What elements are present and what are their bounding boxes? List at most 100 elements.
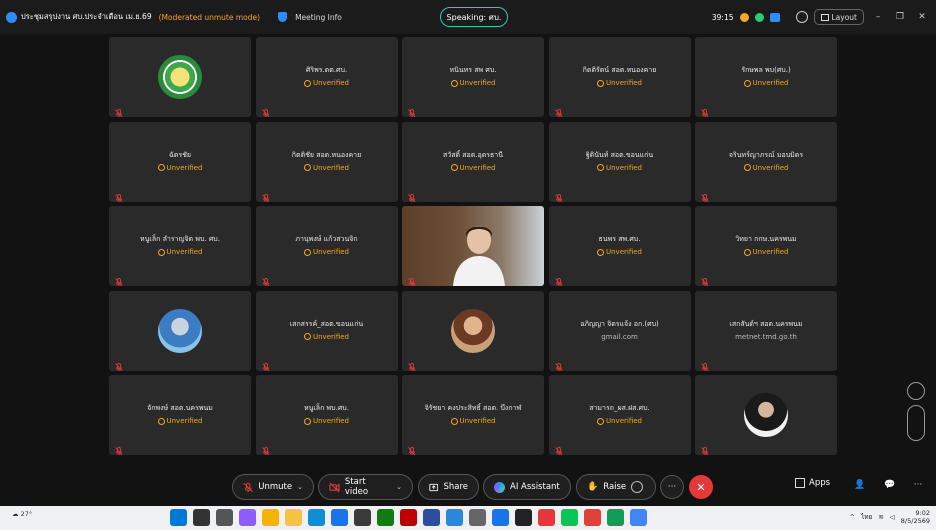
- webex-icon[interactable]: [492, 509, 509, 526]
- notes-icon[interactable]: [769, 12, 780, 22]
- connection-status-icon[interactable]: [754, 12, 764, 22]
- leave-meeting-button[interactable]: ✕: [689, 475, 713, 499]
- verification-label: gmail.com: [601, 332, 638, 341]
- more-options-icon[interactable]: ···: [912, 480, 924, 492]
- share-button[interactable]: Share: [418, 474, 479, 500]
- app3-icon[interactable]: [446, 509, 463, 526]
- filezilla-icon[interactable]: [400, 509, 417, 526]
- verification-status: Unverified: [695, 248, 837, 256]
- reactions-icon[interactable]: [631, 481, 644, 493]
- shield-icon[interactable]: [278, 12, 288, 22]
- participant-tile[interactable]: เสกสันต์ฯ สอต.นครพนม metnet.tmd.go.th: [695, 290, 837, 371]
- participant-tile[interactable]: [402, 206, 544, 286]
- participant-tile[interactable]: จิรัชยา คงประสิทธิ์ สอต. บึงกาฬ Unverifie…: [402, 375, 544, 455]
- verification-label: Unverified: [313, 79, 349, 87]
- ai-assistant-button[interactable]: AI Assistant: [483, 474, 571, 500]
- warning-icon: [597, 417, 604, 425]
- participant-tile[interactable]: จักพงษ์ สอต.นครพนม Unverified: [109, 375, 251, 455]
- participant-tile[interactable]: [109, 290, 251, 371]
- file-explorer-icon[interactable]: [285, 509, 302, 526]
- copilot-icon[interactable]: [239, 509, 256, 526]
- participant-name: จรินทร์ญาภรณ์ มอบมิตร: [728, 150, 804, 159]
- meeting-info-button[interactable]: Meeting Info: [295, 13, 342, 22]
- system-clock[interactable]: 9:02 8/5/2569: [901, 509, 930, 525]
- verification-status: Unverified: [402, 79, 544, 87]
- windows-start-icon[interactable]: [170, 509, 187, 526]
- participant-tile[interactable]: ฉัตรชัย Unverified: [109, 121, 251, 202]
- weather-widget[interactable]: ☁ 27°: [12, 510, 32, 518]
- chevron-down-icon[interactable]: ⌄: [297, 483, 303, 491]
- app4-icon[interactable]: [469, 509, 486, 526]
- participant-tile[interactable]: วิทยา กกษ.นครพนม Unverified: [695, 206, 837, 286]
- participant-tile[interactable]: ภานุพงษ์ แก้วสวนจิก Unverified: [255, 206, 398, 286]
- xbox-icon[interactable]: [377, 509, 394, 526]
- webex-logo-icon: [6, 11, 17, 23]
- participant-tile[interactable]: สามารถ_ผส.ฝส.ศบ. Unverified: [548, 375, 691, 455]
- unmute-button[interactable]: Unmute ⌄: [232, 474, 314, 500]
- verification-status: gmail.com: [549, 333, 691, 341]
- participants-icon[interactable]: 👤: [854, 480, 866, 492]
- recording-status-icon[interactable]: [739, 12, 749, 22]
- warning-icon: [450, 79, 458, 87]
- participant-tile[interactable]: หนูเล็ก ลำราญจิต พบ. ศบ. Unverified: [109, 206, 251, 286]
- verification-label: metnet.tmd.go.th: [735, 332, 797, 341]
- more-button[interactable]: ···: [660, 475, 684, 499]
- verification-label: Unverified: [752, 248, 789, 256]
- avatar: [744, 393, 788, 437]
- participant-tile[interactable]: หนินทร สพ ศบ. Unverified: [402, 37, 544, 117]
- participant-tile[interactable]: กิตติชัย สอต.หนองคาย Unverified: [255, 121, 398, 202]
- volume-icon[interactable]: ◁: [890, 513, 895, 521]
- app6-icon[interactable]: [538, 509, 555, 526]
- participant-tile[interactable]: สวัสดิ์ สอต.อุดรธานี Unverified: [402, 121, 544, 202]
- taskbar-apps: [170, 509, 647, 526]
- chevron-up-icon[interactable]: ^: [850, 513, 855, 521]
- wifi-icon[interactable]: ≋: [878, 513, 883, 521]
- participant-tile[interactable]: ธนพร สพ.ศบ. Unverified: [548, 206, 691, 286]
- minimize-button[interactable]: –: [870, 12, 886, 22]
- participant-tile[interactable]: [109, 37, 251, 117]
- participant-tile[interactable]: กิตติรัตน์ สอต.หนองคาย Unverified: [548, 37, 691, 117]
- close-button[interactable]: ✕: [914, 12, 930, 22]
- participant-tile[interactable]: เสกสรรค์_สอต.ขอนแก่น Unverified: [255, 290, 398, 371]
- scroll-top-icon[interactable]: [907, 382, 925, 400]
- apps-button[interactable]: Apps: [795, 478, 830, 488]
- participant-tile[interactable]: หนูเล็ก พบ.ศบ. Unverified: [255, 375, 398, 455]
- participant-name: สามารถ_ผส.ฝส.ศบ.: [589, 404, 650, 412]
- verification-status: Unverified: [256, 417, 398, 425]
- verification-status: Unverified: [109, 164, 251, 172]
- chrome4-icon[interactable]: [630, 509, 647, 526]
- restore-button[interactable]: ❐: [892, 12, 908, 22]
- chevron-down-icon[interactable]: ⌄: [396, 483, 402, 491]
- participant-name: ฉัตรชัย: [169, 150, 191, 159]
- edge-icon[interactable]: [308, 509, 325, 526]
- search-icon[interactable]: [193, 509, 210, 526]
- raise-hand-button[interactable]: ✋ Raise: [576, 474, 656, 500]
- line-icon[interactable]: [561, 509, 578, 526]
- chat-icon[interactable]: 💬: [884, 480, 896, 492]
- participant-tile[interactable]: จรินทร์ญาภรณ์ มอบมิตร Unverified: [695, 121, 837, 202]
- app-icon[interactable]: [354, 509, 371, 526]
- page-nav-control[interactable]: [907, 405, 925, 441]
- layout-button[interactable]: Layout: [813, 9, 864, 25]
- participant-tile[interactable]: รักษพล พบ(ศบ.) Unverified: [695, 37, 837, 117]
- store-icon[interactable]: [331, 509, 348, 526]
- participant-tile[interactable]: อภิญญา จิตรแจ้ง อก.(ศบ) gmail.com: [548, 290, 691, 371]
- verification-status: Unverified: [256, 164, 398, 172]
- participant-tile[interactable]: ฐิตินันท์ สอต.ขอนแก่น Unverified: [548, 121, 691, 202]
- zoom-icon[interactable]: [795, 11, 808, 23]
- start-video-button[interactable]: Start video ⌄: [318, 474, 413, 500]
- task-view-icon[interactable]: [216, 509, 233, 526]
- participant-tile[interactable]: [402, 290, 544, 371]
- chrome-icon[interactable]: [262, 509, 279, 526]
- clock-time: 9:02: [915, 509, 930, 517]
- warning-icon: [743, 79, 751, 87]
- warning-icon: [304, 333, 311, 340]
- app5-icon[interactable]: [515, 509, 532, 526]
- chrome3-icon[interactable]: [607, 509, 624, 526]
- participant-tile[interactable]: [695, 375, 837, 455]
- chrome2-icon[interactable]: [584, 509, 601, 526]
- verification-label: Unverified: [459, 163, 496, 172]
- app2-icon[interactable]: [423, 509, 440, 526]
- lang-indicator[interactable]: ไทย: [861, 512, 872, 522]
- participant-tile[interactable]: ศิริพร.ตต.ศบ. Unverified: [255, 37, 398, 117]
